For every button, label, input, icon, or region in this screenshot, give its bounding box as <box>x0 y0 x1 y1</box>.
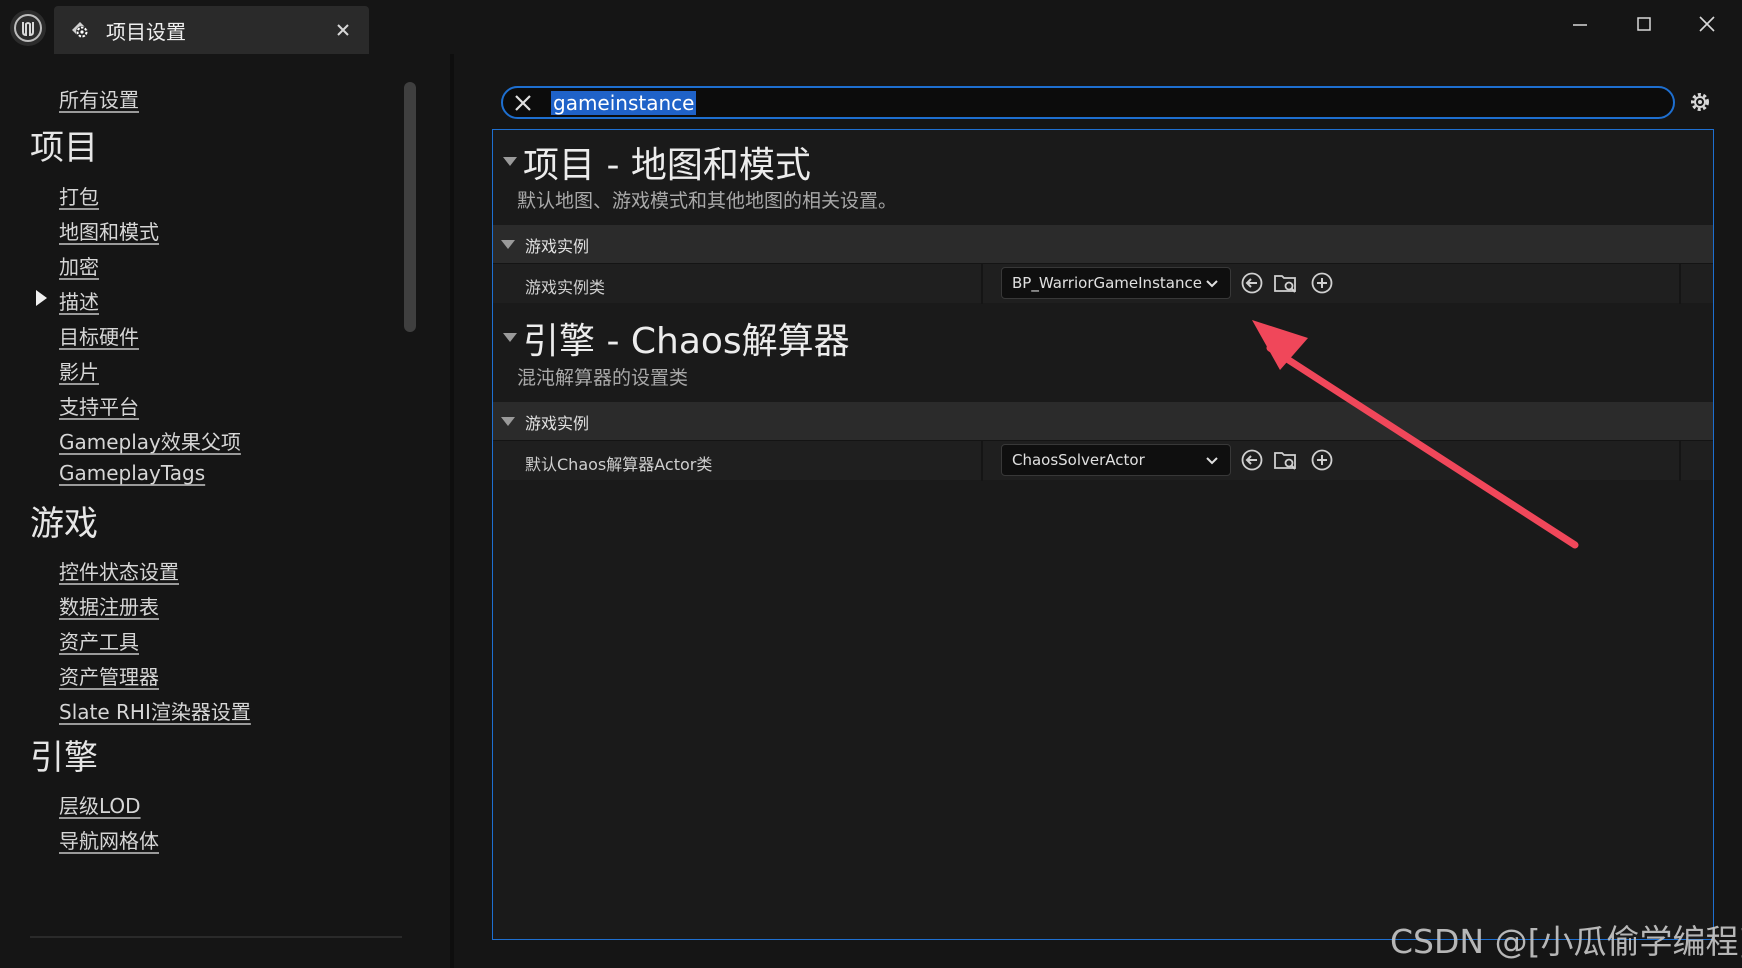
column-splitter <box>1679 264 1681 304</box>
collapse-arrow-icon[interactable] <box>503 157 517 166</box>
class-picker-dropdown[interactable]: ChaosSolverActor <box>1001 444 1231 476</box>
sidebar-item-asset-manager[interactable]: 资产管理器 <box>59 661 159 690</box>
settings-gear-icon[interactable] <box>1686 88 1714 116</box>
maximize-icon <box>1637 17 1651 31</box>
property-row: 游戏实例类 BP_WarriorGameInstance <box>493 263 1713 304</box>
sidebar-section-engine: 引擎 <box>30 738 98 778</box>
tab-title: 项目设置 <box>106 19 186 44</box>
collapse-arrow-icon[interactable] <box>503 333 517 342</box>
title-bar: 项目设置 <box>0 0 1742 54</box>
column-splitter[interactable] <box>981 441 983 481</box>
close-icon <box>337 24 349 36</box>
category-description: 混沌解算器的设置类 <box>517 367 689 389</box>
sidebar-section-project: 项目 <box>30 128 98 168</box>
subcategory-header[interactable]: 游戏实例 <box>493 225 1713 263</box>
close-window-button[interactable] <box>1683 6 1731 42</box>
clear-search-button[interactable] <box>511 91 535 115</box>
minimize-button[interactable] <box>1556 6 1604 42</box>
search-box[interactable]: gameinstance <box>501 86 1675 119</box>
sidebar-divider <box>30 936 402 938</box>
annotation-arrow-icon <box>1252 320 1579 549</box>
collapse-arrow-icon[interactable] <box>501 240 515 249</box>
subcategory-label: 游戏实例 <box>525 414 590 433</box>
browse-folder-icon[interactable] <box>1273 270 1299 296</box>
subcategory-label: 游戏实例 <box>525 237 590 256</box>
column-splitter <box>1679 441 1681 481</box>
expand-arrow-icon[interactable] <box>36 290 47 306</box>
tab-project-settings[interactable]: 项目设置 <box>54 6 369 54</box>
maximize-button[interactable] <box>1620 6 1668 42</box>
panel-splitter[interactable] <box>450 54 454 968</box>
column-splitter[interactable] <box>981 264 983 304</box>
use-selected-icon[interactable] <box>1239 270 1265 296</box>
sidebar-item-data-registry[interactable]: 数据注册表 <box>59 591 159 620</box>
sidebar-item-widget-state[interactable]: 控件状态设置 <box>59 556 179 585</box>
selected-class: BP_WarriorGameInstance <box>1012 274 1202 292</box>
sidebar-section-game: 游戏 <box>30 504 98 544</box>
sidebar-item-maps-modes[interactable]: 地图和模式 <box>59 216 159 245</box>
sidebar-item-all-settings[interactable]: 所有设置 <box>59 84 139 113</box>
sidebar-item-supported-platforms[interactable]: 支持平台 <box>59 391 139 420</box>
category-title: 引擎 - Chaos解算器 <box>523 321 850 362</box>
search-input[interactable]: gameinstance <box>551 91 697 115</box>
unreal-logo-icon[interactable] <box>10 10 46 46</box>
settings-sidebar: 所有设置 项目 打包 地图和模式 加密 描述 目标硬件 影片 支持平台 Game… <box>6 54 454 966</box>
category-title: 项目 - 地图和模式 <box>523 145 811 186</box>
sidebar-item-description[interactable]: 描述 <box>59 286 99 315</box>
sidebar-item-asset-tools[interactable]: 资产工具 <box>59 626 139 655</box>
minimize-icon <box>1573 24 1587 26</box>
sidebar-item-packaging[interactable]: 打包 <box>59 181 99 210</box>
category-description: 默认地图、游戏模式和其他地图的相关设置。 <box>517 190 898 212</box>
sidebar-item-gameplay-tags[interactable]: GameplayTags <box>59 461 205 485</box>
sidebar-item-movies[interactable]: 影片 <box>59 356 99 385</box>
sidebar-item-hlod[interactable]: 层级LOD <box>59 790 141 819</box>
selected-class: ChaosSolverActor <box>1012 451 1145 469</box>
property-label: 游戏实例类 <box>525 278 606 297</box>
add-new-icon[interactable] <box>1309 270 1335 296</box>
sidebar-scrollbar[interactable] <box>404 82 416 332</box>
close-icon <box>515 95 531 111</box>
close-icon <box>1699 16 1715 32</box>
settings-gear-icon <box>66 16 94 44</box>
property-label: 默认Chaos解算器Actor类 <box>525 455 713 474</box>
class-picker-dropdown[interactable]: BP_WarriorGameInstance <box>1001 267 1231 299</box>
chevron-down-icon <box>1204 453 1220 469</box>
sidebar-item-slate-rhi[interactable]: Slate RHI渲染器设置 <box>59 696 251 725</box>
close-tab-button[interactable] <box>331 18 355 42</box>
sidebar-item-gameplay-effect-parents[interactable]: Gameplay效果父项 <box>59 426 241 455</box>
sidebar-item-encryption[interactable]: 加密 <box>59 251 99 280</box>
sidebar-item-target-hardware[interactable]: 目标硬件 <box>59 321 139 350</box>
collapse-arrow-icon[interactable] <box>501 417 515 426</box>
category-header[interactable]: 项目 - 地图和模式 <box>493 130 1713 186</box>
watermark: CSDN @[小瓜偷学编程] <box>1390 922 1742 961</box>
sidebar-item-navmesh[interactable]: 导航网格体 <box>59 825 159 854</box>
chevron-down-icon <box>1204 276 1220 292</box>
